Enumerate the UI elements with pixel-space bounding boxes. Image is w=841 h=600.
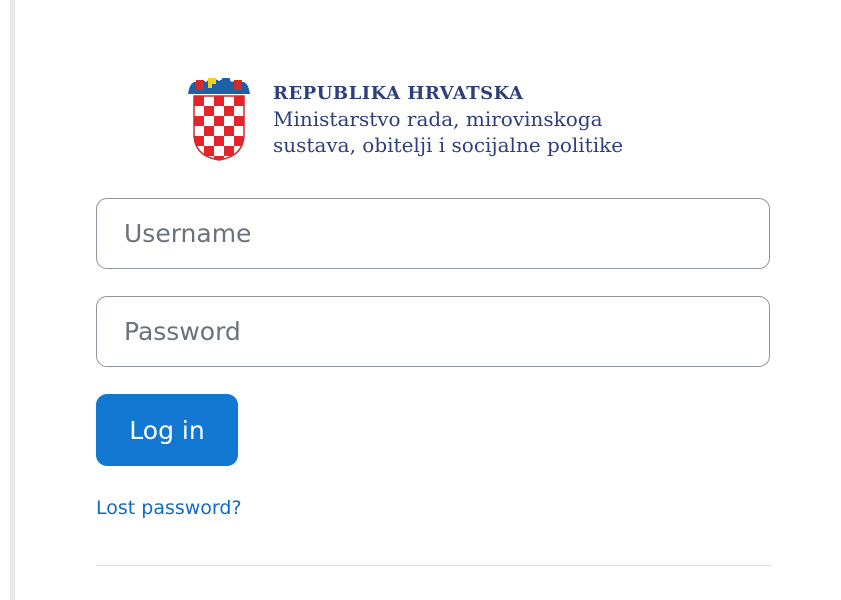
logo-text: REPUBLIKA HRVATSKA Ministarstvo rada, mi… xyxy=(273,82,623,158)
login-button[interactable]: Log in xyxy=(96,394,238,466)
divider xyxy=(96,565,772,566)
username-input[interactable] xyxy=(96,198,770,269)
logo-subtitle-line2: sustava, obitelji i socijalne politike xyxy=(273,133,624,157)
ministry-logo: REPUBLIKA HRVATSKA Ministarstvo rada, mi… xyxy=(186,76,623,162)
croatian-coat-of-arms-icon xyxy=(188,78,250,161)
login-page: REPUBLIKA HRVATSKA Ministarstvo rada, mi… xyxy=(0,0,841,600)
password-input[interactable] xyxy=(96,296,770,367)
logo-subtitle-line1: Ministarstvo rada, mirovinskoga xyxy=(273,107,603,131)
left-border xyxy=(10,0,15,600)
lost-password-link[interactable]: Lost password? xyxy=(96,497,242,519)
logo-title: REPUBLIKA HRVATSKA xyxy=(273,83,524,104)
